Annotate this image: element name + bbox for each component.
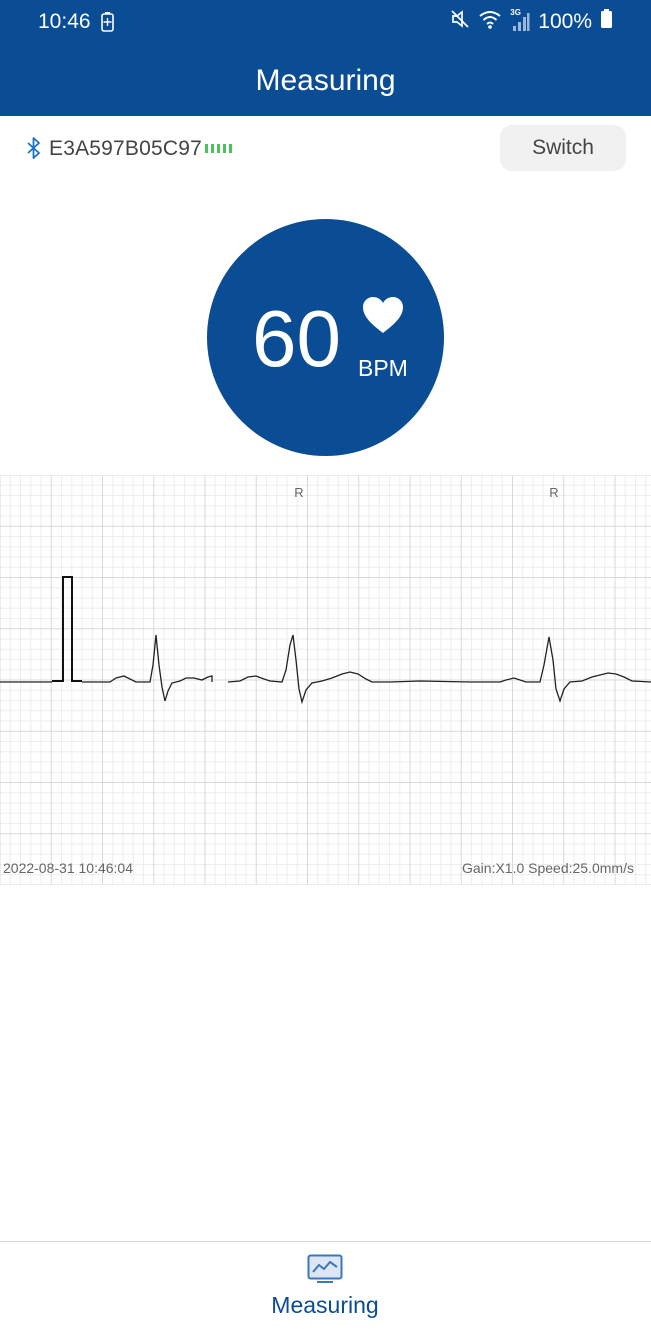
battery-bar (223, 144, 226, 153)
ecg-settings: Gain:X1.0 Speed:25.0mm/s (462, 860, 634, 876)
battery-bar (211, 144, 214, 153)
switch-device-button[interactable]: Switch (500, 125, 626, 171)
page-title: Measuring (255, 64, 396, 97)
bluetooth-icon (24, 136, 44, 165)
battery-icon (600, 9, 613, 35)
network-type: 3G (510, 8, 521, 17)
ecg-timestamp: 2022-08-31 10:46:04 (3, 860, 133, 876)
device-battery-indicator (205, 144, 232, 153)
chart-monitor-icon (307, 1254, 343, 1289)
ecg-chart: R R (0, 475, 651, 885)
nav-item-measuring[interactable]: Measuring (225, 1242, 425, 1329)
nav-label-measuring: Measuring (271, 1292, 379, 1318)
battery-bar (205, 144, 208, 153)
bottom-nav: Measuring (0, 1241, 651, 1329)
r-marker: R (549, 485, 558, 500)
device-row: E3A597B05C97 Switch (0, 116, 651, 180)
heart-rate-display: 60 BPM (207, 219, 444, 456)
battery-bar (229, 144, 232, 153)
signal-icon: 3G (510, 8, 530, 32)
charging-icon (101, 12, 114, 37)
app-header: Measuring (0, 44, 651, 116)
status-indicators: 3G 100% (450, 8, 613, 35)
status-time: 10:46 (38, 10, 91, 33)
heart-rate-unit: BPM (358, 355, 408, 381)
mute-icon (450, 9, 470, 35)
heart-icon (362, 296, 404, 339)
device-id: E3A597B05C97 (49, 137, 203, 160)
r-marker: R (294, 485, 303, 500)
wifi-icon (478, 9, 502, 35)
battery-percent: 100% (538, 10, 592, 33)
heart-rate-value: 60 (252, 294, 341, 383)
battery-bar (217, 144, 220, 153)
status-bar: 10:46 3G 100% (0, 0, 651, 44)
